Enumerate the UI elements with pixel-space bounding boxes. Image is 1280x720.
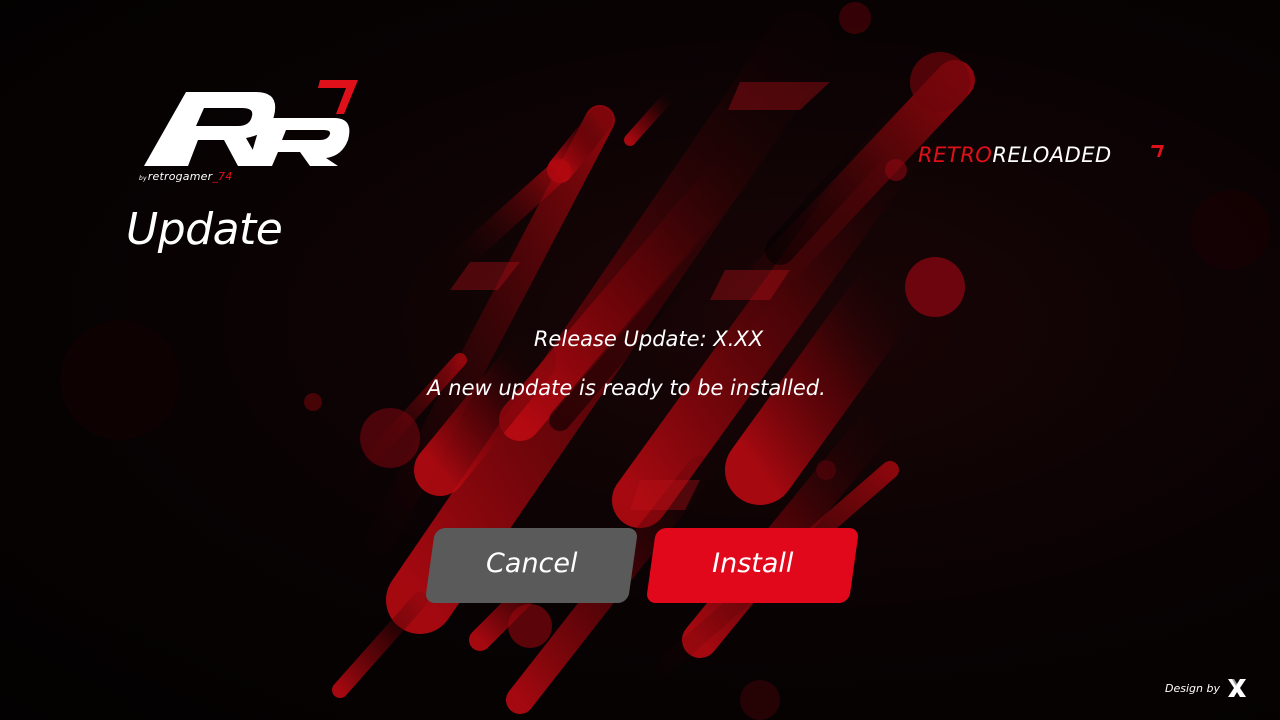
brand-retro-text: RETRO [918,143,993,167]
brand-corner-mark-icon [1151,145,1164,157]
logo-byline: byretrogamer_74 [139,170,232,183]
x-logo-icon [1228,679,1246,697]
install-button-label: Install [712,548,794,579]
design-by-credit: Design by [1165,682,1220,695]
byline-prefix: by [139,175,147,182]
update-message-text: A new update is ready to be installed. [427,376,826,400]
cancel-button-label: Cancel [486,548,578,579]
release-version-text: Release Update: X.XX [533,327,764,351]
page-title: Update [126,204,283,255]
brand-wordmark: RETRORELOADED [918,143,1112,167]
brand-reloaded-text: RELOADED [992,143,1112,167]
byline-suffix: _74 [212,170,233,183]
cancel-button[interactable]: Cancel [424,528,639,603]
install-button[interactable]: Install [645,528,860,603]
byline-name: retrogamer [147,170,213,183]
update-screen: byretrogamer_74 Update RETRORELOADED Rel… [0,0,1280,720]
